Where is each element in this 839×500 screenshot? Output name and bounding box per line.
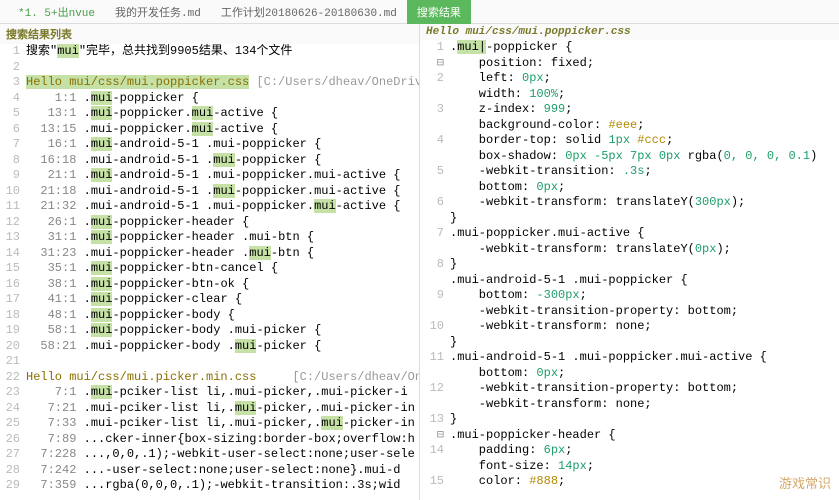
code-right[interactable]: .mui|-poppicker { position: fixed; left:…: [450, 40, 839, 500]
gutter-left: 1 2 3 4 5 6 7 8 9 10 11 12 13 14 15 16 1…: [0, 44, 26, 494]
file-preview-code[interactable]: 1 ⊟2 3 4 5 6 7 8 9 10 11 12 13 ⊟14 15 16…: [420, 40, 839, 500]
file-preview-header: Hello mui/css/mui.poppicker.css: [420, 24, 839, 40]
watermark: 游戏常识: [779, 473, 831, 492]
search-results-pane: 搜索结果列表 1 2 3 4 5 6 7 8 9 10 11 12 13 14 …: [0, 24, 420, 500]
tab[interactable]: 搜索结果: [407, 0, 471, 24]
tab[interactable]: *1. 5+出nvue: [8, 0, 105, 24]
code-left[interactable]: 搜索"mui"完毕，总共找到9905结果、134个文件 Hello mui/cs…: [26, 44, 419, 494]
tab[interactable]: 工作计划20180626-20180630.md: [211, 0, 407, 24]
tab-bar: *1. 5+出nvue我的开发任务.md工作计划20180626-2018063…: [0, 0, 839, 24]
tab[interactable]: 我的开发任务.md: [105, 0, 211, 24]
gutter-right: 1 ⊟2 3 4 5 6 7 8 9 10 11 12 13 ⊟14 15 16…: [420, 40, 450, 500]
split-container: 搜索结果列表 1 2 3 4 5 6 7 8 9 10 11 12 13 14 …: [0, 24, 839, 500]
search-results-header: 搜索结果列表: [0, 24, 419, 44]
search-results-code[interactable]: 1 2 3 4 5 6 7 8 9 10 11 12 13 14 15 16 1…: [0, 44, 419, 494]
file-preview-pane: Hello mui/css/mui.poppicker.css 1 ⊟2 3 4…: [420, 24, 839, 500]
